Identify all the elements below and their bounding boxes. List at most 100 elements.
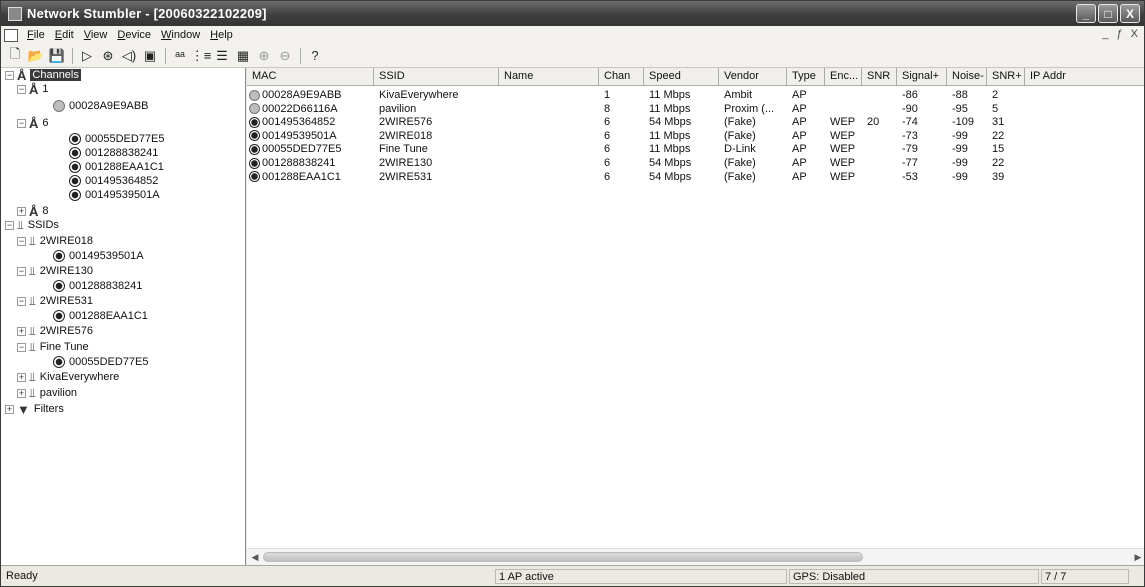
- expand-ssid-button[interactable]: +: [17, 389, 26, 398]
- close-button[interactable]: X: [1120, 4, 1140, 23]
- tree-item-ap[interactable]: 00149539501A: [53, 249, 144, 263]
- cell-vendor: (Fake): [724, 116, 756, 129]
- menu-edit[interactable]: Edit: [50, 29, 79, 41]
- tree-item-ap[interactable]: 001288838241: [53, 279, 142, 293]
- table-row[interactable]: 001495364852 2WIRE576 6 54 Mbps (Fake) AP WEP 2…: [247, 116, 1144, 129]
- collapse-channel-6-button[interactable]: −: [17, 119, 26, 128]
- ap-signal-icon: [53, 280, 65, 292]
- column-header-mac[interactable]: MAC: [247, 68, 374, 86]
- expand-filters-button[interactable]: +: [5, 405, 14, 414]
- column-header-signal[interactable]: Signal+: [897, 68, 947, 86]
- scan-icon[interactable]: ⊛: [98, 46, 118, 66]
- table-row[interactable]: 00149539501A 2WIRE018 6 11 Mbps (Fake) AP WEP -…: [247, 129, 1144, 143]
- zoom-in-icon[interactable]: ⊕: [254, 46, 274, 66]
- tree-item-ssid[interactable]: ⫫ 2WIRE018: [29, 234, 93, 248]
- table-row[interactable]: 00028A9E9ABB KivaEverywhere 1 11 Mbps Ambit A…: [247, 89, 1144, 102]
- collapse-ssid-button[interactable]: −: [17, 237, 26, 246]
- column-header-type[interactable]: Type: [787, 68, 825, 86]
- menu-help[interactable]: Help: [205, 29, 238, 41]
- tree-item-ssid[interactable]: ⫫ pavilion: [29, 386, 77, 400]
- zoom-out-icon[interactable]: ⊖: [275, 46, 295, 66]
- mdi-close-button[interactable]: X: [1131, 28, 1138, 40]
- expand-ssid-button[interactable]: +: [17, 327, 26, 336]
- column-header-speed[interactable]: Speed: [644, 68, 719, 86]
- collapse-channel-1-button[interactable]: −: [17, 85, 26, 94]
- tree-item-ssid[interactable]: ⫫ KivaEverywhere: [29, 370, 119, 384]
- menu-device[interactable]: Device: [112, 29, 156, 41]
- play-icon[interactable]: ▷: [77, 46, 97, 66]
- tree-item-ap[interactable]: 001495364852: [69, 174, 158, 188]
- table-row[interactable]: 001288838241 2WIRE130 6 54 Mbps (Fake) AP WEP -…: [247, 157, 1144, 170]
- mdi-restore-button[interactable]: ƒ: [1117, 28, 1123, 40]
- column-header-ip[interactable]: IP Addr: [1025, 68, 1144, 86]
- column-header-chan[interactable]: Chan: [599, 68, 644, 86]
- tree-item-channel-8[interactable]: Å 8: [29, 203, 49, 219]
- tree-item-ap[interactable]: 001288EAA1C1: [69, 160, 164, 174]
- tree-item-ap[interactable]: 001288838241: [69, 146, 158, 160]
- grid-icon[interactable]: ▦: [233, 46, 253, 66]
- menu-window[interactable]: Window: [156, 29, 205, 41]
- column-header-enc[interactable]: Enc...: [825, 68, 862, 86]
- cell-ssid: 2WIRE018: [379, 129, 433, 142]
- mdi-minimize-button[interactable]: _: [1102, 28, 1108, 40]
- cell-signal: -53: [902, 170, 918, 183]
- column-header-snr-plus[interactable]: SNR+: [987, 68, 1025, 86]
- menu-view[interactable]: View: [79, 29, 113, 41]
- menu-file[interactable]: File: [22, 29, 50, 41]
- tree-item-ap[interactable]: 00028A9E9ABB: [53, 99, 149, 113]
- ap-list-view[interactable]: MAC SSID Name Chan Speed Vendor Type Enc…: [247, 68, 1144, 567]
- tree-item-ap[interactable]: 00055DED77E5: [69, 132, 165, 146]
- list-icon[interactable]: ☰: [212, 46, 232, 66]
- ap-inactive-icon: [53, 100, 65, 112]
- properties-icon[interactable]: ▣: [140, 46, 160, 66]
- minimize-button[interactable]: _: [1076, 4, 1096, 23]
- column-header-noise[interactable]: Noise-: [947, 68, 987, 86]
- tree-item-filters[interactable]: ▼ Filters: [17, 402, 64, 417]
- tree-item-channels[interactable]: Å Channels: [17, 68, 81, 83]
- tree-item-channel-6[interactable]: Å 6: [29, 116, 49, 131]
- tree-panel[interactable]: − Å Channels − Å 1 00028A9E9ABB − Å 6 00…: [1, 68, 246, 567]
- expand-channel-8-button[interactable]: +: [17, 207, 26, 216]
- collapse-ssid-button[interactable]: −: [17, 267, 26, 276]
- speaker-icon[interactable]: ◁): [119, 46, 139, 66]
- column-header-snr[interactable]: SNR: [862, 68, 897, 86]
- scroll-left-icon[interactable]: ◀: [248, 550, 262, 564]
- cell-snr-plus: 22: [992, 129, 1005, 142]
- collapse-channels-button[interactable]: −: [5, 71, 14, 80]
- expand-ssid-button[interactable]: +: [17, 373, 26, 382]
- table-row[interactable]: 00055DED77E5 Fine Tune 6 11 Mbps D-Link AP WEP…: [247, 143, 1144, 156]
- table-row[interactable]: 00022D66116A pavilion 8 11 Mbps Proxim (... A…: [247, 103, 1144, 116]
- tree-item-ssid[interactable]: ⫫ 2WIRE531: [29, 294, 93, 308]
- tree-item-ap[interactable]: 00149539501A: [69, 188, 160, 202]
- tree-item-ssid[interactable]: ⫫ 2WIRE576: [29, 324, 93, 338]
- cell-ssid: 2WIRE576: [379, 116, 433, 129]
- collapse-ssid-button[interactable]: −: [17, 343, 26, 352]
- document-icon[interactable]: [4, 28, 18, 42]
- scrollbar-thumb[interactable]: [263, 552, 863, 562]
- column-header-vendor[interactable]: Vendor: [719, 68, 787, 86]
- tree-item-ssid[interactable]: ⫫ Fine Tune: [29, 340, 89, 354]
- tree-icon[interactable]: ⋮≡: [191, 46, 212, 66]
- new-icon[interactable]: 🗋: [5, 46, 25, 66]
- save-icon[interactable]: 💾: [47, 46, 67, 66]
- sort-icon[interactable]: ᵃᵃ: [170, 46, 190, 66]
- horizontal-scrollbar[interactable]: ◀ ▶: [247, 548, 1144, 565]
- tree-item-ap[interactable]: 001288EAA1C1: [53, 309, 148, 323]
- antenna-icon: Å: [29, 203, 39, 219]
- collapse-ssids-button[interactable]: −: [5, 221, 14, 230]
- column-header-name[interactable]: Name: [499, 68, 599, 86]
- tree-item-ssid[interactable]: ⫫ 2WIRE130: [29, 264, 93, 278]
- tree-item-channel-1[interactable]: Å 1: [29, 82, 49, 97]
- tree-item-ssids[interactable]: ⫫ SSIDs: [17, 218, 59, 232]
- collapse-ssid-button[interactable]: −: [17, 297, 26, 306]
- scroll-right-icon[interactable]: ▶: [1131, 550, 1144, 564]
- tree-item-ap[interactable]: 00055DED77E5: [53, 355, 149, 369]
- table-row[interactable]: 001288EAA1C1 2WIRE531 6 54 Mbps (Fake) AP WEP -…: [247, 170, 1144, 184]
- help-icon[interactable]: ?: [305, 46, 325, 66]
- list-header: MAC SSID Name Chan Speed Vendor Type Enc…: [247, 68, 1144, 86]
- maximize-button[interactable]: □: [1098, 4, 1118, 23]
- open-icon[interactable]: 📂: [26, 46, 46, 66]
- column-header-ssid[interactable]: SSID: [374, 68, 499, 86]
- app-icon[interactable]: [8, 6, 22, 21]
- title-bar[interactable]: Network Stumbler - [20060322102209] _ □ …: [1, 1, 1144, 26]
